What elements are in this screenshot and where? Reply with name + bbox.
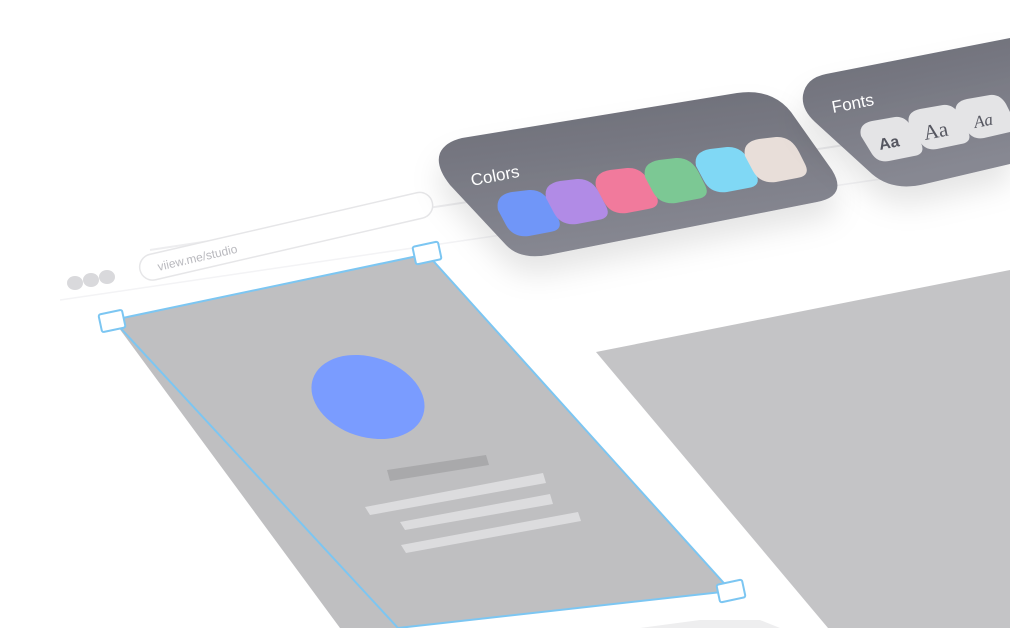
studio-canvas: viiew.me/studio Colors Fonts Aa Aa Aa — [59, 38, 1010, 628]
window-dot-maximize-icon[interactable] — [99, 270, 115, 284]
resize-handle-top-left[interactable] — [97, 309, 127, 333]
resize-handle-top-right[interactable] — [411, 240, 443, 266]
window-dot-minimize-icon[interactable] — [83, 273, 99, 287]
studio-scene: viiew.me/studio Colors Fonts Aa Aa Aa — [0, 0, 1010, 628]
content-footer-fragment — [640, 620, 780, 628]
mobile-frame-selection[interactable] — [97, 240, 747, 628]
window-dot-close-icon[interactable] — [67, 276, 83, 290]
font-sample-script-text: Aa — [971, 110, 994, 132]
mobile-frame[interactable] — [113, 254, 731, 628]
window-controls[interactable] — [67, 270, 115, 290]
